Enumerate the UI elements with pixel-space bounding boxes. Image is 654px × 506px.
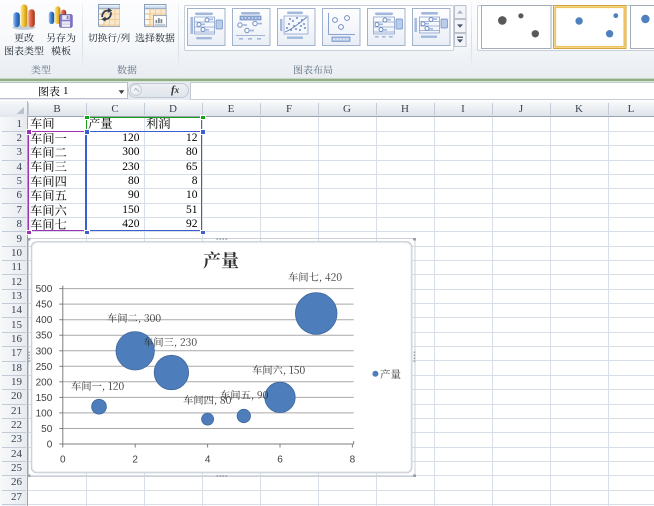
- svg-text:250: 250: [36, 362, 53, 373]
- svg-text:450: 450: [36, 300, 53, 311]
- svg-text:400: 400: [36, 315, 53, 326]
- svg-text:200: 200: [36, 377, 53, 388]
- svg-text:350: 350: [36, 331, 53, 342]
- svg-text:8: 8: [350, 455, 356, 466]
- svg-text:500: 500: [36, 284, 53, 295]
- svg-text:100: 100: [36, 408, 53, 419]
- svg-text:300: 300: [36, 346, 53, 357]
- svg-text:6: 6: [277, 455, 283, 466]
- svg-text:0: 0: [47, 440, 53, 451]
- svg-text:4: 4: [205, 455, 211, 466]
- svg-text:0: 0: [60, 455, 66, 466]
- svg-text:2: 2: [132, 455, 138, 466]
- svg-text:50: 50: [41, 424, 53, 435]
- svg-text:150: 150: [36, 393, 53, 404]
